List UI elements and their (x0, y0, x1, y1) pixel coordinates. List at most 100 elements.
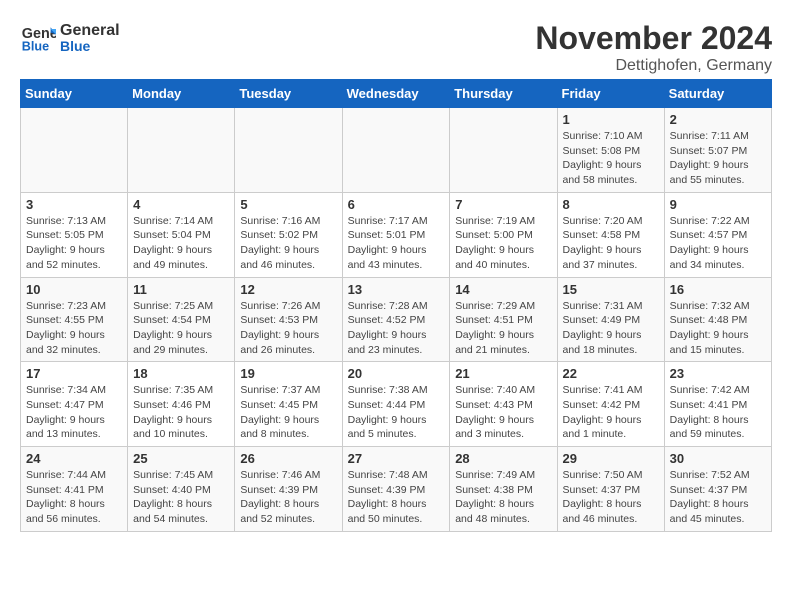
day-number: 14 (455, 282, 551, 297)
calendar-week-4: 17Sunrise: 7:34 AM Sunset: 4:47 PM Dayli… (21, 362, 772, 447)
day-number: 24 (26, 451, 122, 466)
calendar-cell: 23Sunrise: 7:42 AM Sunset: 4:41 PM Dayli… (664, 362, 771, 447)
day-number: 25 (133, 451, 229, 466)
day-number: 3 (26, 197, 122, 212)
day-number: 29 (563, 451, 659, 466)
calendar-cell: 7 Sunrise: 7:19 AM Sunset: 5:00 PM Daylig… (450, 192, 557, 277)
logo-general: General (60, 22, 120, 40)
calendar-cell: 27 Sunrise: 7:48 AM Sunset: 4:39 PM Dayli… (342, 447, 450, 532)
calendar-cell: 25 Sunrise: 7:45 AM Sunset: 4:40 PM Dayli… (128, 447, 235, 532)
calendar-cell (21, 108, 128, 193)
day-info: Sunrise: 7:17 AM Sunset: 5:01 PM Dayligh… (348, 214, 445, 273)
calendar-cell: 30Sunrise: 7:52 AM Sunset: 4:37 PM Dayli… (664, 447, 771, 532)
day-number: 2 (670, 112, 766, 127)
calendar-week-3: 10Sunrise: 7:23 AM Sunset: 4:55 PM Dayli… (21, 277, 772, 362)
calendar-cell: 15Sunrise: 7:31 AM Sunset: 4:49 PM Dayli… (557, 277, 664, 362)
svg-text:Blue: Blue (22, 40, 49, 54)
day-info: Sunrise: 7:48 AM Sunset: 4:39 PM Dayligh… (348, 468, 445, 527)
calendar-week-1: 1 Sunrise: 7:10 AM Sunset: 5:08 PM Daylig… (21, 108, 772, 193)
calendar-cell: 2 Sunrise: 7:11 AM Sunset: 5:07 PM Daylig… (664, 108, 771, 193)
day-number: 12 (240, 282, 336, 297)
day-info: Sunrise: 7:40 AM Sunset: 4:43 PM Dayligh… (455, 383, 551, 442)
day-number: 27 (348, 451, 445, 466)
calendar-cell: 13Sunrise: 7:28 AM Sunset: 4:52 PM Dayli… (342, 277, 450, 362)
calendar-cell: 12Sunrise: 7:26 AM Sunset: 4:53 PM Dayli… (235, 277, 342, 362)
day-number: 22 (563, 366, 659, 381)
day-info: Sunrise: 7:41 AM Sunset: 4:42 PM Dayligh… (563, 383, 659, 442)
calendar-cell: 18 Sunrise: 7:35 AM Sunset: 4:46 PM Dayli… (128, 362, 235, 447)
calendar-cell: 1 Sunrise: 7:10 AM Sunset: 5:08 PM Daylig… (557, 108, 664, 193)
day-info: Sunrise: 7:25 AM Sunset: 4:54 PM Dayligh… (133, 299, 229, 358)
day-number: 30 (670, 451, 766, 466)
day-info: Sunrise: 7:14 AM Sunset: 5:04 PM Dayligh… (133, 214, 229, 273)
day-info: Sunrise: 7:38 AM Sunset: 4:44 PM Dayligh… (348, 383, 445, 442)
calendar-cell: 5 Sunrise: 7:16 AM Sunset: 5:02 PM Daylig… (235, 192, 342, 277)
header: General Blue General Blue November 2024 … (20, 20, 772, 75)
calendar-cell: 8Sunrise: 7:20 AM Sunset: 4:58 PM Daylig… (557, 192, 664, 277)
calendar-cell: 11 Sunrise: 7:25 AM Sunset: 4:54 PM Dayli… (128, 277, 235, 362)
calendar-cell: 28 Sunrise: 7:49 AM Sunset: 4:38 PM Dayli… (450, 447, 557, 532)
day-number: 19 (240, 366, 336, 381)
calendar-header-row: SundayMondayTuesdayWednesdayThursdayFrid… (21, 80, 772, 108)
month-title: November 2024 (535, 20, 772, 57)
day-info: Sunrise: 7:22 AM Sunset: 4:57 PM Dayligh… (670, 214, 766, 273)
day-number: 9 (670, 197, 766, 212)
location-subtitle: Dettighofen, Germany (535, 57, 772, 75)
day-info: Sunrise: 7:50 AM Sunset: 4:37 PM Dayligh… (563, 468, 659, 527)
day-info: Sunrise: 7:11 AM Sunset: 5:07 PM Dayligh… (670, 129, 766, 188)
day-info: Sunrise: 7:16 AM Sunset: 5:02 PM Dayligh… (240, 214, 336, 273)
header-wednesday: Wednesday (342, 80, 450, 108)
calendar-cell: 14 Sunrise: 7:29 AM Sunset: 4:51 PM Dayli… (450, 277, 557, 362)
day-info: Sunrise: 7:35 AM Sunset: 4:46 PM Dayligh… (133, 383, 229, 442)
logo-icon: General Blue (20, 20, 56, 56)
day-info: Sunrise: 7:45 AM Sunset: 4:40 PM Dayligh… (133, 468, 229, 527)
header-saturday: Saturday (664, 80, 771, 108)
calendar-cell: 29 Sunrise: 7:50 AM Sunset: 4:37 PM Dayli… (557, 447, 664, 532)
day-number: 1 (563, 112, 659, 127)
calendar-cell: 20 Sunrise: 7:38 AM Sunset: 4:44 PM Dayli… (342, 362, 450, 447)
calendar-week-2: 3Sunrise: 7:13 AM Sunset: 5:05 PM Daylig… (21, 192, 772, 277)
calendar-cell (128, 108, 235, 193)
day-info: Sunrise: 7:29 AM Sunset: 4:51 PM Dayligh… (455, 299, 551, 358)
logo: General Blue General Blue (20, 20, 120, 56)
calendar-cell: 17Sunrise: 7:34 AM Sunset: 4:47 PM Dayli… (21, 362, 128, 447)
day-info: Sunrise: 7:19 AM Sunset: 5:00 PM Dayligh… (455, 214, 551, 273)
day-number: 13 (348, 282, 445, 297)
calendar-cell (235, 108, 342, 193)
day-number: 28 (455, 451, 551, 466)
logo-blue: Blue (60, 39, 120, 54)
day-info: Sunrise: 7:32 AM Sunset: 4:48 PM Dayligh… (670, 299, 766, 358)
calendar-cell: 6 Sunrise: 7:17 AM Sunset: 5:01 PM Daylig… (342, 192, 450, 277)
calendar-cell: 10Sunrise: 7:23 AM Sunset: 4:55 PM Dayli… (21, 277, 128, 362)
header-monday: Monday (128, 80, 235, 108)
calendar-cell: 16Sunrise: 7:32 AM Sunset: 4:48 PM Dayli… (664, 277, 771, 362)
calendar-week-5: 24 Sunrise: 7:44 AM Sunset: 4:41 PM Dayli… (21, 447, 772, 532)
calendar-cell: 22 Sunrise: 7:41 AM Sunset: 4:42 PM Dayli… (557, 362, 664, 447)
calendar-cell: 9 Sunrise: 7:22 AM Sunset: 4:57 PM Daylig… (664, 192, 771, 277)
day-info: Sunrise: 7:44 AM Sunset: 4:41 PM Dayligh… (26, 468, 122, 527)
day-number: 20 (348, 366, 445, 381)
title-section: November 2024 Dettighofen, Germany (535, 20, 772, 75)
calendar-table: SundayMondayTuesdayWednesdayThursdayFrid… (20, 79, 772, 532)
day-number: 7 (455, 197, 551, 212)
day-number: 6 (348, 197, 445, 212)
calendar-cell: 26 Sunrise: 7:46 AM Sunset: 4:39 PM Dayli… (235, 447, 342, 532)
calendar-cell: 4 Sunrise: 7:14 AM Sunset: 5:04 PM Daylig… (128, 192, 235, 277)
day-info: Sunrise: 7:31 AM Sunset: 4:49 PM Dayligh… (563, 299, 659, 358)
day-number: 18 (133, 366, 229, 381)
day-info: Sunrise: 7:46 AM Sunset: 4:39 PM Dayligh… (240, 468, 336, 527)
day-number: 8 (563, 197, 659, 212)
day-info: Sunrise: 7:10 AM Sunset: 5:08 PM Dayligh… (563, 129, 659, 188)
day-number: 5 (240, 197, 336, 212)
day-number: 4 (133, 197, 229, 212)
day-info: Sunrise: 7:34 AM Sunset: 4:47 PM Dayligh… (26, 383, 122, 442)
day-info: Sunrise: 7:42 AM Sunset: 4:41 PM Dayligh… (670, 383, 766, 442)
calendar-cell: 21 Sunrise: 7:40 AM Sunset: 4:43 PM Dayli… (450, 362, 557, 447)
day-number: 26 (240, 451, 336, 466)
day-number: 21 (455, 366, 551, 381)
day-number: 11 (133, 282, 229, 297)
calendar-cell: 19Sunrise: 7:37 AM Sunset: 4:45 PM Dayli… (235, 362, 342, 447)
calendar-cell: 3Sunrise: 7:13 AM Sunset: 5:05 PM Daylig… (21, 192, 128, 277)
day-info: Sunrise: 7:49 AM Sunset: 4:38 PM Dayligh… (455, 468, 551, 527)
day-number: 10 (26, 282, 122, 297)
